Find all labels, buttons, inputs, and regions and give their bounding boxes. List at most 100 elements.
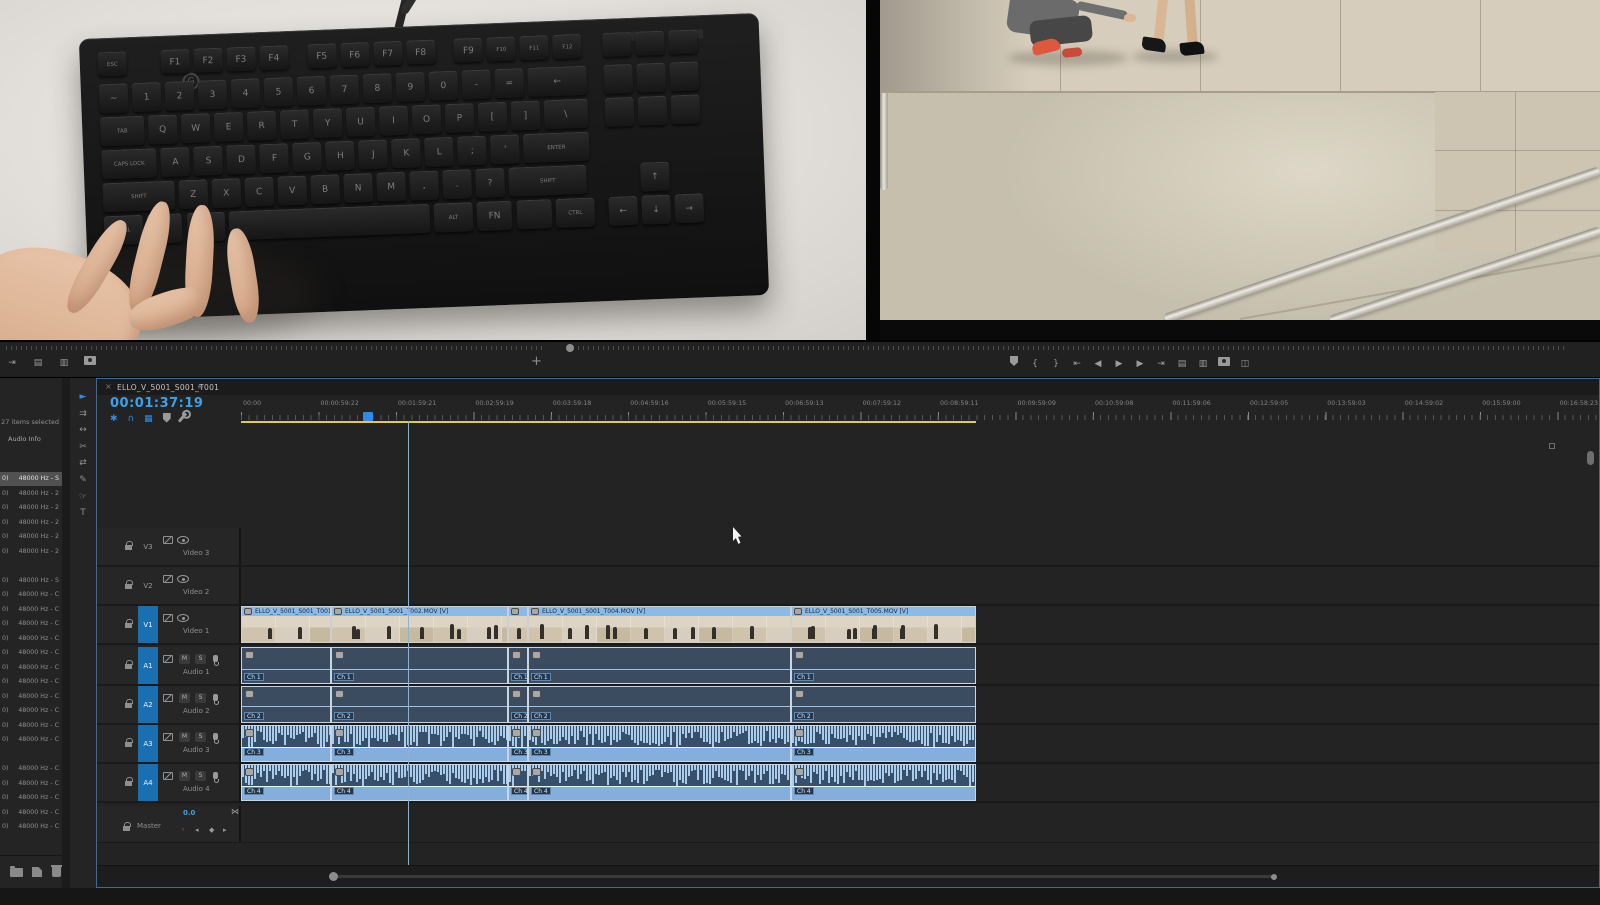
video-clip[interactable]: ELLO_V_5001_S001_T002.MOV [V] — [331, 606, 508, 643]
delete-icon[interactable] — [52, 867, 61, 877]
export-frame-icon[interactable] — [1218, 357, 1230, 371]
master-fit-icon[interactable]: ⋈ — [231, 807, 239, 816]
slip-tool[interactable]: ⇄ — [70, 456, 96, 471]
snap-toggle-icon[interactable]: ∩ — [128, 414, 135, 424]
volume-rubber-band[interactable] — [792, 706, 975, 707]
go-to-out-icon[interactable]: ⇥ — [1155, 357, 1167, 371]
video-clip[interactable]: ELLO_V_5001_S001_T004.MOV [V] — [528, 606, 791, 643]
source-patch-a4[interactable]: A4 — [138, 764, 158, 801]
volume-rubber-band[interactable] — [529, 786, 790, 787]
project-list-item[interactable]: 0)48000 Hz - C — [0, 603, 62, 617]
selection-tool[interactable]: ► — [70, 390, 96, 405]
hand-tool[interactable]: ☞ — [70, 490, 96, 505]
program-zoom-scrollbar[interactable] — [578, 346, 1568, 350]
sequence-marker[interactable] — [363, 412, 373, 421]
voiceover-mic-icon[interactable] — [213, 655, 218, 662]
audio-clip[interactable]: Ch 2 — [508, 686, 528, 723]
add-marker-icon[interactable] — [163, 413, 171, 426]
panel-menu-icon[interactable]: ≡ — [197, 382, 204, 391]
track-select-forward-tool[interactable]: ⇉ — [70, 407, 96, 422]
volume-rubber-band[interactable] — [792, 669, 975, 670]
project-list-item[interactable]: 0)48000 Hz - C — [0, 719, 62, 733]
source-patch-v1[interactable]: V1 — [138, 606, 158, 643]
lock-icon[interactable] — [125, 584, 132, 589]
sync-lock-icon[interactable] — [163, 733, 173, 741]
audio-clip[interactable]: Ch 2 — [241, 686, 331, 723]
volume-rubber-band[interactable] — [242, 706, 330, 707]
playhead-line[interactable] — [408, 421, 409, 865]
audio-clip[interactable]: Ch 1 — [241, 647, 331, 684]
insert-nest-toggle-icon[interactable]: ✱ — [110, 414, 118, 424]
panel-grip-icon[interactable]: × — [105, 382, 112, 391]
audio-clip[interactable]: Ch 1 — [331, 647, 508, 684]
audio-clip[interactable]: Ch 1 — [791, 647, 976, 684]
solo-button[interactable]: S — [195, 771, 206, 781]
sync-lock-icon[interactable] — [163, 614, 173, 622]
audio-clip[interactable]: Ch 2 — [791, 686, 976, 723]
project-list-item[interactable]: 0)48000 Hz - 2 — [0, 501, 62, 515]
scrollbar-handle[interactable] — [329, 872, 338, 881]
project-list-item[interactable]: 0)48000 Hz - C — [0, 762, 62, 776]
voiceover-mic-icon[interactable] — [213, 772, 218, 779]
volume-rubber-band[interactable] — [792, 786, 975, 787]
step-forward-icon[interactable]: ▶ — [1134, 357, 1146, 371]
project-list-item[interactable] — [0, 748, 62, 762]
volume-rubber-band[interactable] — [509, 706, 527, 707]
mark-in-icon[interactable]: { — [1029, 357, 1041, 371]
keyframe-icon[interactable]: ◆ — [209, 826, 214, 834]
timeline-corner-icon[interactable] — [1549, 443, 1555, 449]
source-patch-v3[interactable]: V3 — [138, 528, 158, 565]
mark-out-icon[interactable]: } — [1050, 357, 1062, 371]
linked-selection-toggle-icon[interactable]: ▦ — [144, 414, 153, 424]
volume-rubber-band[interactable] — [529, 747, 790, 748]
audio-waveform-clip[interactable]: Ch 3 — [508, 725, 528, 762]
volume-rubber-band[interactable] — [242, 669, 330, 670]
go-to-out-icon[interactable]: ⇥ — [6, 356, 18, 370]
lock-icon[interactable] — [125, 742, 132, 747]
project-list-item[interactable]: 0)48000 Hz - C — [0, 704, 62, 718]
mute-button[interactable]: M — [179, 654, 190, 664]
play-icon[interactable]: ▶ — [1113, 357, 1125, 371]
audio-clip[interactable]: Ch 1 — [508, 647, 528, 684]
sync-lock-icon[interactable] — [163, 575, 173, 583]
scrollbar-handle[interactable] — [566, 344, 574, 352]
eye-icon[interactable] — [177, 614, 189, 622]
eye-icon[interactable] — [177, 575, 189, 583]
project-list-item[interactable]: 0)48000 Hz - C — [0, 588, 62, 602]
volume-rubber-band[interactable] — [332, 747, 507, 748]
new-item-icon[interactable] — [32, 867, 42, 877]
audio-waveform-clip[interactable]: Ch 3 — [528, 725, 791, 762]
audio-waveform-clip[interactable]: Ch 4 — [331, 764, 508, 801]
lock-icon[interactable] — [125, 664, 132, 669]
timeline-settings-icon[interactable] — [181, 412, 184, 426]
audio-waveform-clip[interactable]: Ch 4 — [791, 764, 976, 801]
sync-lock-icon[interactable] — [163, 772, 173, 780]
mute-button[interactable]: M — [179, 732, 190, 742]
project-list-item[interactable]: 0)48000 Hz - C — [0, 777, 62, 791]
extract-icon[interactable]: ▥ — [1197, 357, 1209, 371]
scrollbar-track[interactable] — [333, 875, 1275, 878]
project-list-item[interactable]: 0)48000 Hz - C — [0, 733, 62, 747]
project-list-item[interactable]: 0)48000 Hz - C — [0, 690, 62, 704]
lift-icon[interactable]: ▤ — [1176, 357, 1188, 371]
vertical-scrollbar-handle[interactable] — [1587, 451, 1594, 465]
lock-icon[interactable] — [125, 623, 132, 628]
project-list-item[interactable]: 0)48000 Hz - C — [0, 661, 62, 675]
solo-button[interactable]: S — [195, 654, 206, 664]
volume-rubber-band[interactable] — [332, 669, 507, 670]
sequence-tab[interactable]: ELLO_V_5001_S001_T001 — [117, 383, 219, 392]
volume-rubber-band[interactable] — [529, 669, 790, 670]
lock-icon[interactable] — [125, 545, 132, 550]
lock-icon[interactable] — [123, 826, 130, 831]
project-list-item[interactable]: 0)48000 Hz - C — [0, 791, 62, 805]
eye-icon[interactable] — [177, 536, 189, 544]
volume-rubber-band[interactable] — [509, 669, 527, 670]
lift-icon[interactable]: ▤ — [32, 356, 44, 370]
export-frame-icon[interactable] — [84, 356, 96, 370]
scrollbar-handle[interactable] — [1271, 874, 1277, 880]
mute-button[interactable]: M — [179, 771, 190, 781]
button-editor-icon[interactable]: ◫ — [1239, 357, 1251, 371]
project-list-item[interactable] — [0, 559, 62, 573]
project-list-item[interactable]: 0)48000 Hz - S — [0, 472, 62, 486]
project-list-item[interactable]: 0)48000 Hz - C — [0, 646, 62, 660]
